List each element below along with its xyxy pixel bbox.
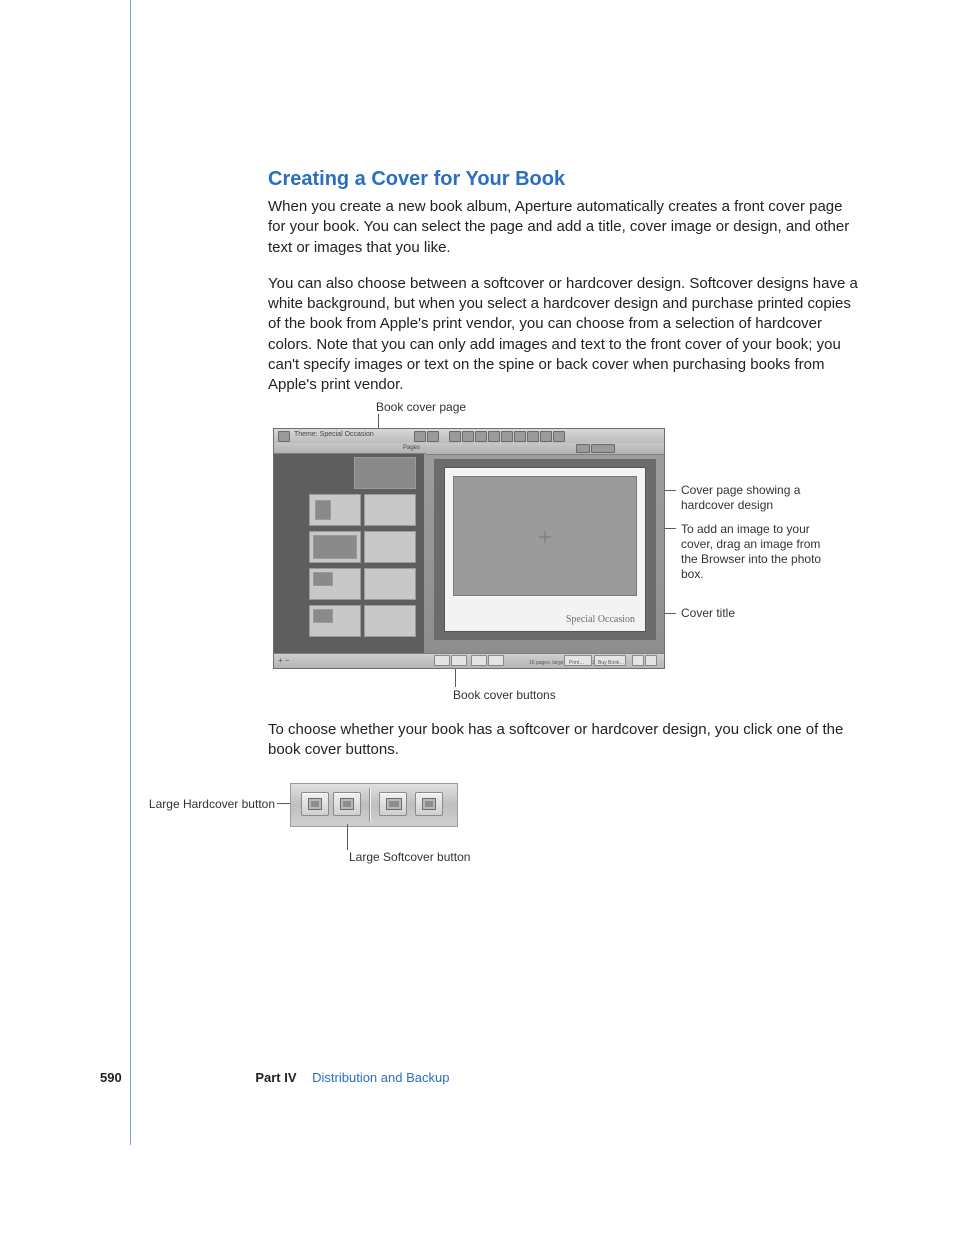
page-thumbnail[interactable] bbox=[309, 568, 361, 600]
hardcover-button[interactable] bbox=[434, 655, 450, 666]
page-number: 590 bbox=[100, 1070, 122, 1085]
softcover-icon bbox=[340, 798, 354, 810]
print-label: Print… bbox=[569, 660, 584, 666]
cover-buttons-detail bbox=[290, 783, 458, 827]
thumb-photo bbox=[315, 500, 331, 520]
toolbar-button[interactable] bbox=[527, 431, 539, 442]
prev-page-button[interactable] bbox=[632, 655, 644, 666]
large-softcover-button[interactable] bbox=[333, 792, 361, 816]
buy-label: Buy Book… bbox=[598, 660, 624, 666]
spread-button[interactable] bbox=[471, 655, 487, 666]
leader-line bbox=[347, 824, 348, 850]
toolbar-button[interactable] bbox=[540, 431, 552, 442]
page-thumbnail[interactable] bbox=[364, 531, 416, 563]
thumb-photo bbox=[313, 609, 333, 623]
part-label: Part IV bbox=[255, 1070, 296, 1085]
spread-view-button[interactable] bbox=[379, 792, 407, 816]
callout-large-hardcover: Large Hardcover button bbox=[135, 797, 275, 812]
theme-label: Theme: Special Occasion bbox=[294, 431, 374, 438]
next-page-button[interactable] bbox=[645, 655, 657, 666]
cover-page[interactable]: ＋ Special Occasion bbox=[444, 467, 646, 632]
editor-footer: + − 16 pages, large hardcover (11" × 8.5… bbox=[274, 653, 664, 668]
thumb-photo bbox=[313, 572, 333, 586]
callout-book-cover-page: Book cover page bbox=[376, 400, 466, 415]
page-icon bbox=[422, 798, 436, 810]
page-thumbnail[interactable] bbox=[364, 605, 416, 637]
cover-title-text[interactable]: Special Occasion bbox=[566, 614, 635, 625]
pages-header: Pages bbox=[274, 443, 426, 454]
thumb-photo bbox=[313, 535, 357, 559]
page-footer: 590 Part IV Distribution and Backup bbox=[100, 1070, 449, 1085]
book-layout-editor-screenshot: Theme: Special Occasion Pages bbox=[273, 428, 665, 669]
divider bbox=[369, 788, 371, 822]
toolbar-button[interactable] bbox=[501, 431, 513, 442]
toolbar-button[interactable] bbox=[427, 431, 439, 442]
page-thumbnail[interactable] bbox=[309, 531, 361, 563]
margin-rule bbox=[130, 0, 131, 1145]
callout-hardcover-design: Cover page showing a hardcover design bbox=[681, 483, 831, 513]
page-thumbnail[interactable] bbox=[309, 494, 361, 526]
hardcover-icon bbox=[308, 798, 322, 810]
toolbar-button[interactable] bbox=[553, 431, 565, 442]
editor-toolbar: Theme: Special Occasion bbox=[274, 429, 664, 444]
body-paragraph-2: You can also choose between a softcover … bbox=[268, 274, 858, 396]
cover-photo-box[interactable]: ＋ bbox=[453, 476, 637, 596]
single-page-button[interactable] bbox=[415, 792, 443, 816]
add-remove-controls[interactable]: + − bbox=[278, 656, 290, 665]
page-thumbnail[interactable] bbox=[364, 494, 416, 526]
page-thumbnail[interactable] bbox=[309, 605, 361, 637]
softcover-button[interactable] bbox=[451, 655, 467, 666]
toolbar-button[interactable] bbox=[475, 431, 487, 442]
cover-preview-area: ＋ Special Occasion bbox=[434, 459, 656, 640]
book-icon bbox=[278, 431, 290, 442]
callout-cover-title: Cover title bbox=[681, 606, 735, 621]
body-paragraph-1: When you create a new book album, Apertu… bbox=[268, 197, 858, 258]
preview-header bbox=[426, 443, 664, 455]
page-thumbnail[interactable] bbox=[364, 568, 416, 600]
toolbar-button[interactable] bbox=[488, 431, 500, 442]
view-button[interactable] bbox=[576, 444, 590, 453]
toolbar-button[interactable] bbox=[514, 431, 526, 442]
callout-add-image: To add an image to your cover, drag an i… bbox=[681, 522, 831, 582]
spread-icon bbox=[386, 798, 402, 810]
toolbar-button[interactable] bbox=[414, 431, 426, 442]
callout-large-softcover: Large Softcover button bbox=[349, 850, 470, 865]
body-paragraph-3: To choose whether your book has a softco… bbox=[268, 720, 858, 761]
zoom-button[interactable] bbox=[591, 444, 615, 453]
toolbar-button[interactable] bbox=[462, 431, 474, 442]
page-button[interactable] bbox=[488, 655, 504, 666]
callout-book-cover-buttons: Book cover buttons bbox=[453, 688, 556, 703]
section-title: Distribution and Backup bbox=[312, 1070, 449, 1085]
large-hardcover-button[interactable] bbox=[301, 792, 329, 816]
section-heading: Creating a Cover for Your Book bbox=[268, 168, 858, 191]
page-thumbnail-cover[interactable] bbox=[354, 457, 416, 489]
toolbar-button[interactable] bbox=[449, 431, 461, 442]
pages-sidebar bbox=[274, 454, 424, 654]
